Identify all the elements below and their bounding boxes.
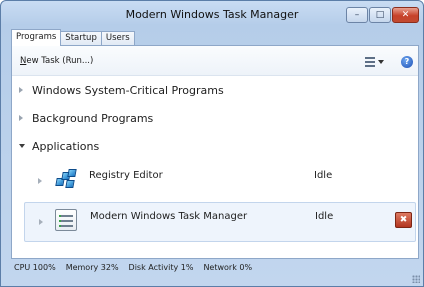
group-background[interactable]: Background Programs (12, 110, 418, 128)
view-options-icon[interactable] (365, 57, 384, 67)
registry-editor-icon (54, 168, 77, 190)
group-label: Background Programs (32, 112, 154, 125)
maximize-button[interactable]: □ (369, 7, 391, 23)
list-item-task-manager[interactable]: Modern Windows Task Manager Idle ✖ (24, 202, 416, 242)
memory-usage: Memory 32% (65, 263, 119, 272)
collapse-arrow-icon[interactable] (19, 144, 25, 148)
expand-arrow-icon[interactable] (19, 87, 23, 93)
tab-users[interactable]: Users (100, 31, 135, 46)
tab-strip: Programs Startup Users (11, 29, 135, 46)
app-name: Modern Windows Task Manager (90, 211, 248, 222)
disk-activity: Disk Activity 1% (128, 263, 194, 272)
end-task-button[interactable]: ✖ (395, 212, 412, 228)
tab-programs[interactable]: Programs (11, 29, 62, 46)
expand-arrow-icon[interactable] (19, 115, 23, 121)
title-bar[interactable]: Modern Windows Task Manager – □ ✕ (1, 1, 423, 28)
group-label: Applications (32, 140, 100, 153)
tab-startup[interactable]: Startup (60, 31, 102, 46)
app-status: Idle (314, 170, 333, 181)
task-manager-icon (55, 209, 77, 231)
cpu-usage: CPU 100% (14, 263, 56, 272)
new-task-link[interactable]: New Task (Run...) (20, 56, 93, 66)
minimize-button[interactable]: – (346, 7, 368, 23)
close-button[interactable]: ✕ (392, 7, 419, 23)
app-status: Idle (315, 211, 334, 222)
programs-panel: New Task (Run...) ? Windows System-Criti… (11, 45, 419, 259)
task-manager-window: Modern Windows Task Manager – □ ✕ Progra… (0, 0, 424, 287)
help-icon[interactable]: ? (401, 56, 413, 68)
expand-arrow-icon[interactable] (39, 219, 43, 225)
expand-arrow-icon[interactable] (38, 178, 42, 184)
new-task-label: ew Task (Run...) (26, 56, 94, 66)
status-bar: CPU 100% Memory 32% Disk Activity 1% Net… (1, 263, 423, 277)
group-applications[interactable]: Applications (12, 138, 418, 156)
app-name: Registry Editor (89, 170, 163, 181)
toolbar: New Task (Run...) ? (12, 46, 418, 76)
group-label: Windows System-Critical Programs (32, 84, 224, 97)
resize-grip-icon[interactable] (412, 275, 420, 283)
list-item-registry-editor[interactable]: Registry Editor Idle (24, 162, 416, 202)
network-usage: Network 0% (203, 263, 253, 272)
group-system-critical[interactable]: Windows System-Critical Programs (12, 82, 418, 100)
